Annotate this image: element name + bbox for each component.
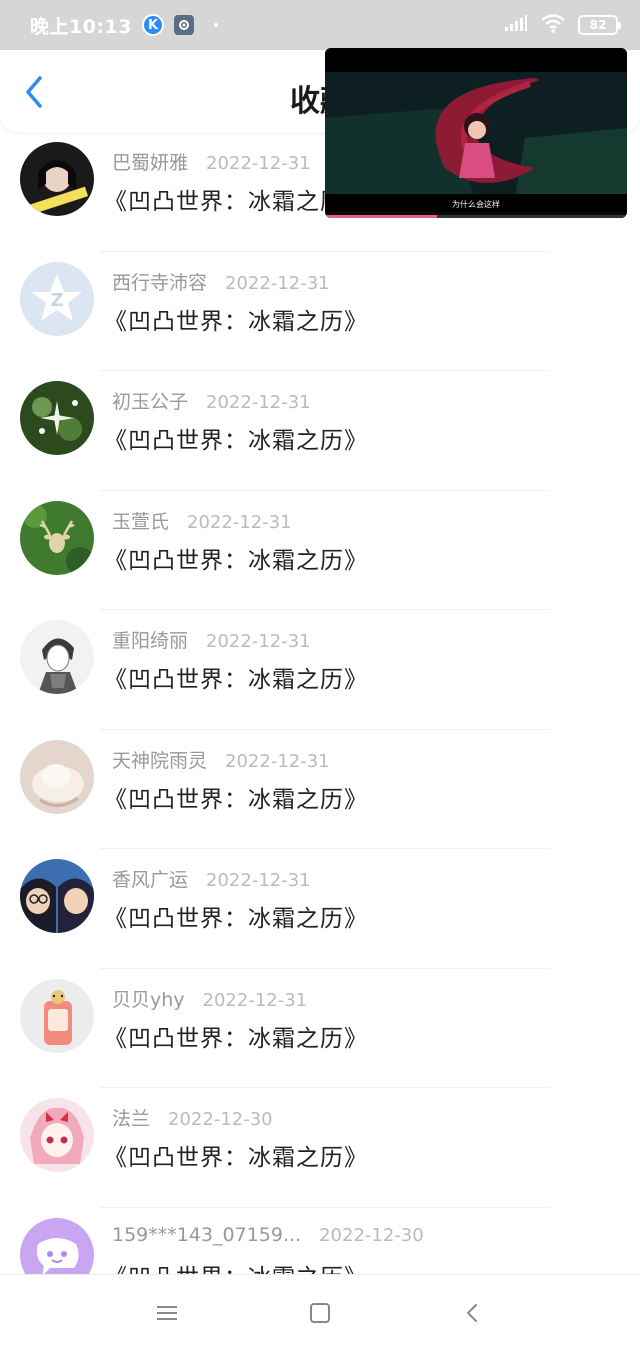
signal-icon (504, 14, 528, 36)
avatar (20, 739, 94, 814)
item-date: 2022-12-31 (206, 153, 311, 174)
item-username: 贝贝yhy (112, 988, 185, 1011)
home-icon (309, 1303, 330, 1323)
item-date: 2022-12-30 (319, 1224, 424, 1246)
item-meta: 玉萱氏 2022-12-31 (112, 507, 292, 534)
item-meta: 巴蜀妍雅 2022-12-31 (112, 148, 311, 175)
avatar (20, 620, 94, 694)
item-title: 《凹凸世界：冰霜之历》 (104, 428, 368, 454)
avatar (20, 1098, 94, 1172)
back-icon (467, 1304, 478, 1322)
video-progress-track[interactable] (325, 215, 627, 218)
home-button[interactable] (290, 1283, 350, 1343)
video-frame (325, 48, 627, 212)
item-meta: 西行寺沛容 2022-12-31 (112, 268, 330, 295)
list-item[interactable]: 159***143_07159... 2022-12-30 《凹凸世界：冰霜之历… (0, 1208, 640, 1275)
notification-dot (213, 23, 218, 27)
item-title: 《凹凸世界：冰霜之历》 (104, 547, 368, 574)
list-item[interactable]: 天神院雨灵 2022-12-31 《凹凸世界：冰霜之历》 (0, 730, 640, 849)
item-title: 《凹凸世界：冰霜之历》 (104, 906, 368, 932)
item-date: 2022-12-31 (225, 750, 330, 772)
item-title: 《凹凸世界：冰霜之历》 (104, 667, 368, 693)
item-username: 巴蜀妍雅 (112, 152, 189, 174)
item-username: 初玉公子 (112, 391, 189, 413)
item-title: 《凹凸世界：冰霜之历》 (104, 786, 368, 813)
status-bar: 晚上10:13 K 82 (0, 0, 640, 50)
list-item[interactable]: 玉萱氏 2022-12-31 《凹凸世界：冰霜之历》 (0, 491, 640, 610)
list-item[interactable]: 贝贝yhy 2022-12-31 《凹凸世界：冰霜之历》 (0, 969, 640, 1088)
system-nav-bar (0, 1274, 640, 1351)
battery-icon: 82 (578, 15, 621, 35)
avatar (20, 500, 94, 575)
list-item[interactable]: 法兰 2022-12-30 《凹凸世界：冰霜之历》 (0, 1088, 640, 1208)
item-username: 法兰 (112, 1108, 151, 1130)
avatar (20, 1217, 94, 1274)
avatar (20, 381, 94, 455)
list-item[interactable]: 重阳绮丽 2022-12-31 《凹凸世界：冰霜之历》 (0, 610, 640, 730)
item-meta: 159***143_07159... 2022-12-30 (112, 1224, 424, 1246)
menu-button[interactable] (137, 1283, 197, 1343)
item-date: 2022-12-31 (187, 511, 292, 533)
item-date: 2022-12-31 (202, 989, 308, 1011)
item-title: 《凹凸世界：冰霜之历》 (104, 1145, 368, 1171)
avatar (20, 142, 94, 216)
status-time: 晚上10:13 (30, 15, 132, 38)
item-title: 《凹凸世界：冰霜之历》 (104, 1258, 368, 1275)
item-meta: 贝贝yhy 2022-12-31 (112, 985, 307, 1012)
item-meta: 香风广运 2022-12-31 (112, 865, 311, 892)
wifi-icon (540, 13, 566, 37)
item-username: 159***143_07159... (112, 1223, 302, 1246)
item-username: 西行寺沛容 (112, 271, 208, 294)
nav-back-button[interactable] (443, 1283, 503, 1343)
item-title: 《凹凸世界：冰霜之历》 (104, 1025, 368, 1052)
video-subtitle: 为什么会这样 (452, 200, 500, 209)
item-meta: 天神院雨灵 2022-12-31 (112, 746, 330, 773)
item-date: 2022-12-31 (206, 392, 311, 413)
item-date: 2022-12-31 (206, 631, 311, 652)
item-meta: 重阳绮丽 2022-12-31 (112, 626, 311, 653)
avatar (20, 978, 94, 1053)
item-date: 2022-12-31 (225, 272, 330, 294)
list-item[interactable]: 初玉公子 2022-12-31 《凹凸世界：冰霜之历》 (0, 371, 640, 491)
svg-text:Z: Z (50, 290, 63, 311)
settings-app-icon (173, 15, 194, 35)
list-item[interactable]: 香风广运 2022-12-31 《凹凸世界：冰霜之历》 (0, 849, 640, 969)
k-app-icon: K (141, 14, 164, 36)
status-right: 82 (504, 13, 621, 37)
floating-video-player[interactable]: 为什么会这样 (325, 48, 627, 218)
favorites-list[interactable]: 巴蜀妍雅 2022-12-31 《凹凸世界：冰霜之历》 Z 西行寺沛容 2022… (0, 132, 640, 1274)
item-meta: 法兰 2022-12-30 (112, 1104, 273, 1131)
item-username: 天神院雨灵 (112, 749, 208, 772)
item-meta: 初玉公子 2022-12-31 (112, 387, 311, 414)
item-username: 重阳绮丽 (112, 630, 189, 652)
item-title: 《凹凸世界：冰霜之历》 (104, 308, 368, 335)
item-date: 2022-12-30 (168, 1109, 273, 1130)
item-date: 2022-12-31 (206, 870, 311, 891)
video-progress-fill (325, 215, 437, 218)
menu-icon (156, 1306, 177, 1320)
avatar: Z (20, 261, 94, 336)
screen: 晚上10:13 K 82 收藏 巴蜀妍雅 2022-12-31 《凹凸世界：冰霜… (0, 0, 640, 1351)
list-item[interactable]: Z 西行寺沛容 2022-12-31 《凹凸世界：冰霜之历》 (0, 252, 640, 371)
item-username: 香风广运 (112, 869, 189, 891)
avatar (20, 859, 94, 933)
item-username: 玉萱氏 (112, 510, 170, 533)
